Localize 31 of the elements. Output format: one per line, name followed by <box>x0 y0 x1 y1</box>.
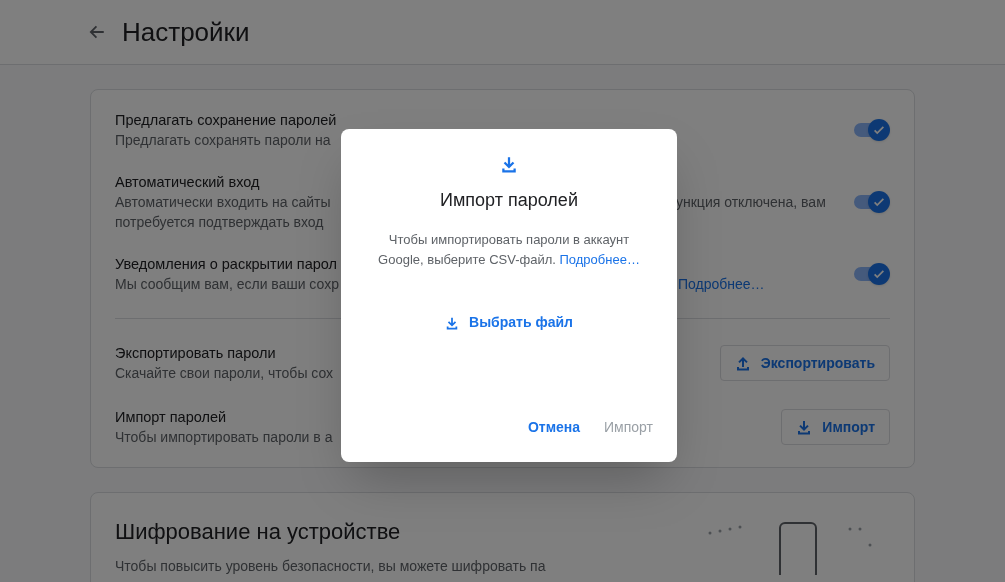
upload-icon <box>734 355 751 371</box>
setting-description: Чтобы импортировать пароли в а <box>115 428 333 447</box>
setting-description: Скачайте свои пароли, чтобы сох <box>115 364 334 383</box>
toggle-switch[interactable] <box>854 191 890 213</box>
download-icon <box>796 419 813 435</box>
action-button[interactable]: Экспортировать <box>719 345 890 381</box>
section-title: Шифрование на устройстве <box>115 518 402 546</box>
back-arrow-icon[interactable] <box>88 23 106 41</box>
setting-title: Экспортировать пароли <box>115 344 276 363</box>
setting-title: Предлагать сохранение паролей <box>115 111 337 130</box>
download-icon <box>500 155 518 173</box>
section-description: Чтобы повысить уровень безопасности, вы можете шифровать па <box>115 557 546 576</box>
toggle-switch[interactable] <box>854 119 890 141</box>
toggle-switch[interactable] <box>854 263 890 285</box>
setting-description: потребуется подтверждать вход <box>115 213 324 232</box>
setting-title: Уведомления о раскрытии парол <box>115 255 338 274</box>
choose-file-button[interactable]: Выбрать файл <box>445 312 573 333</box>
download-icon <box>445 315 459 330</box>
setting-title: Импорт паролей <box>115 408 227 427</box>
setting-description: ункция отключена, вам <box>676 193 826 212</box>
setting-title: Автоматический вход <box>115 173 260 192</box>
setting-description: Автоматически входить на сайты <box>115 193 331 212</box>
setting-description: Предлагать сохранять пароли на <box>115 131 331 150</box>
setting-description: Мы сообщим вам, если ваши сохр <box>115 275 339 294</box>
more-link[interactable]: Подробнее… <box>559 252 640 267</box>
page-title: Настройки <box>122 15 250 49</box>
dialog-button[interactable]: Отмена <box>527 417 581 438</box>
more-link[interactable]: Подробнее… <box>678 274 765 294</box>
action-button[interactable]: Импорт <box>781 409 890 445</box>
dialog-title: Импорт паролей <box>440 189 578 212</box>
dialog-text: Чтобы импортировать пароли в аккаунт Google, выберите CSV-файл. Подробнее… <box>377 231 641 269</box>
